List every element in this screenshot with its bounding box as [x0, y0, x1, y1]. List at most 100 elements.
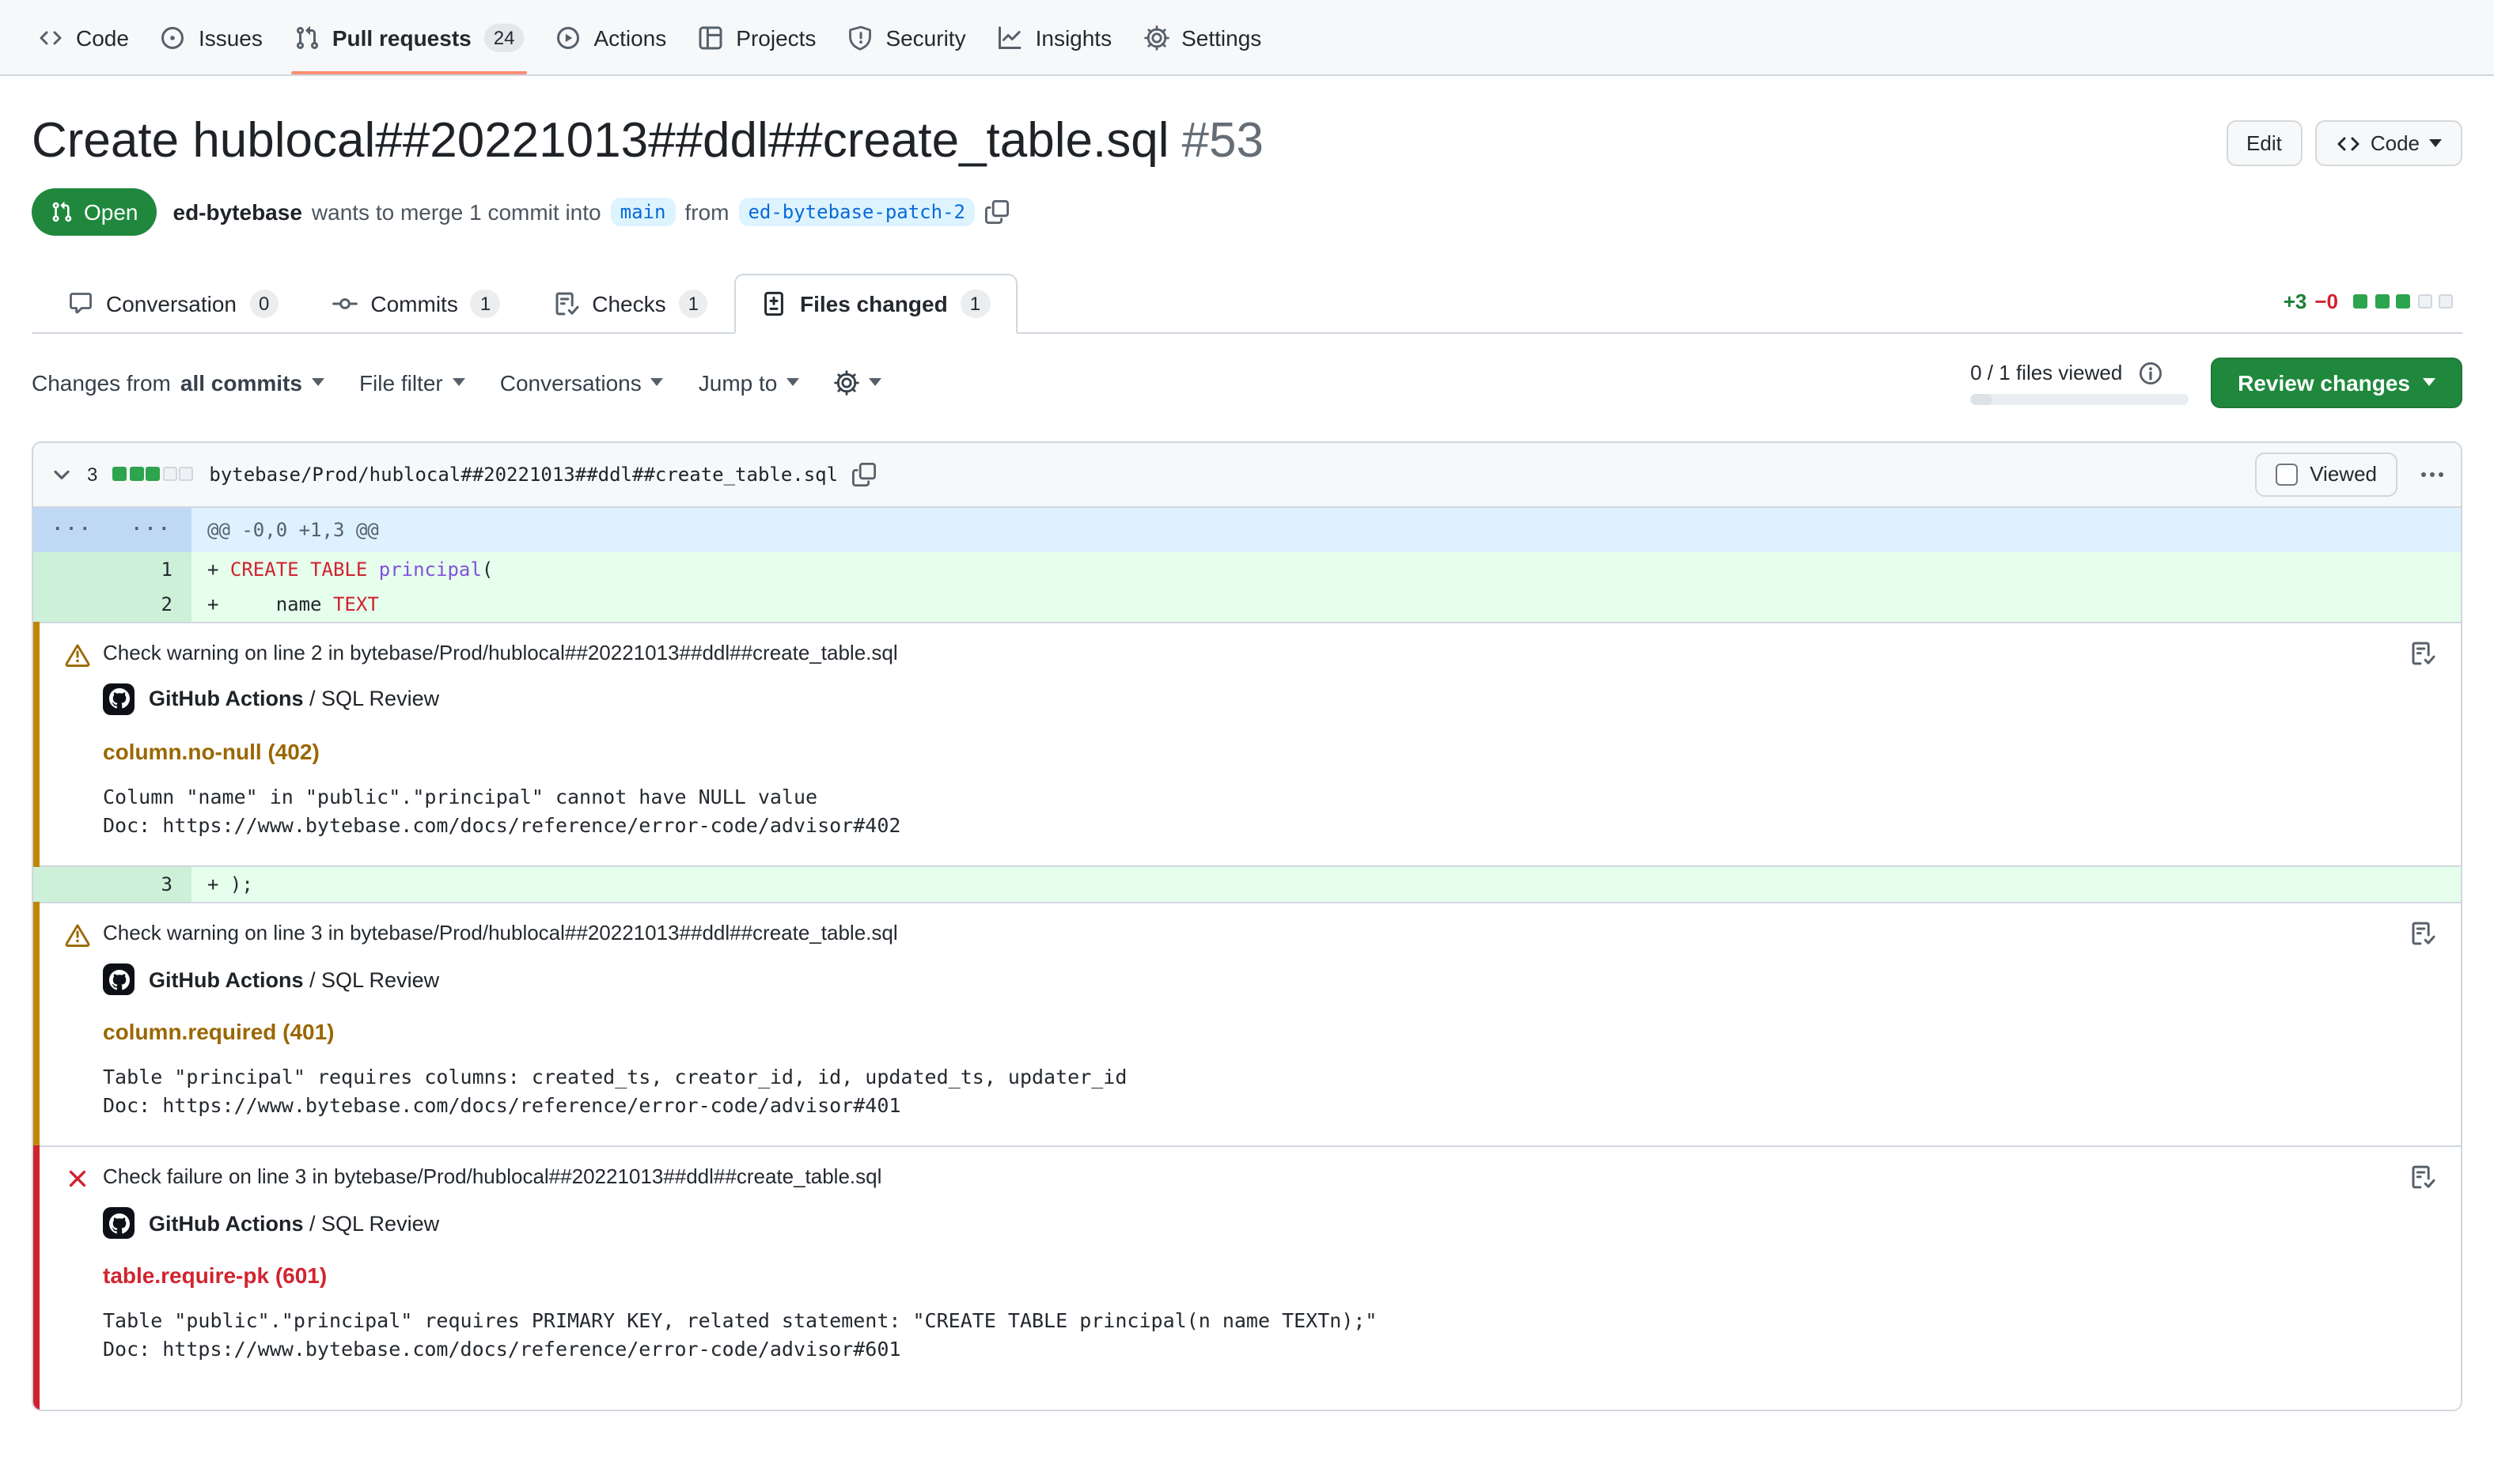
- git-pull-request-icon: [51, 201, 73, 223]
- copy-branch-button[interactable]: [984, 199, 1010, 225]
- diffstat-square: [2353, 294, 2367, 309]
- nav-item-actions[interactable]: Actions: [540, 0, 682, 74]
- git-pull-request-icon: [294, 25, 320, 50]
- edit-button-label: Edit: [2246, 131, 2282, 155]
- diffstat-square: [2439, 294, 2453, 309]
- tab-conversation[interactable]: Conversation0: [41, 274, 305, 334]
- play-icon: [555, 25, 581, 50]
- file-changes-count: 3: [87, 464, 97, 486]
- tab-commits[interactable]: Commits1: [305, 274, 527, 334]
- check-message: Column "name" in "public"."principal" ca…: [103, 783, 2435, 812]
- expand-diff-down-icon[interactable]: ···: [112, 508, 191, 552]
- diff-settings-dropdown[interactable]: [834, 370, 881, 396]
- annotation-checklist-icon[interactable]: [2410, 921, 2435, 946]
- nav-item-projects[interactable]: Projects: [682, 0, 832, 74]
- nav-item-insights[interactable]: Insights: [982, 0, 1128, 74]
- chevron-down-icon: [869, 379, 881, 387]
- check-app-name: GitHub Actions: [149, 687, 304, 711]
- jump-to-dropdown[interactable]: Jump to: [699, 370, 800, 396]
- annotation-checklist-icon[interactable]: [2410, 1165, 2435, 1191]
- additions-count: +3: [2284, 290, 2307, 313]
- copy-icon: [851, 462, 876, 487]
- tab-files-changed[interactable]: Files changed1: [735, 274, 1017, 334]
- diff-line-code: + name TEXT: [191, 587, 2461, 622]
- file-options-kebab-icon[interactable]: [2420, 462, 2445, 487]
- github-actions-avatar: [103, 683, 135, 715]
- review-changes-button[interactable]: Review changes: [2211, 358, 2462, 408]
- check-annotation-failure-line3: Check failure on line 3 in bytebase/Prod…: [33, 1146, 2461, 1410]
- annotation-title: Check warning on line 2 in bytebase/Prod…: [103, 641, 898, 664]
- chevron-down-icon: [2423, 379, 2435, 387]
- conversations-dropdown[interactable]: Conversations: [500, 370, 664, 396]
- check-app-name: GitHub Actions: [149, 967, 304, 991]
- alert-triangle-icon: [65, 642, 90, 668]
- code-dropdown-button[interactable]: Code: [2315, 120, 2462, 166]
- jump-to-label: Jump to: [699, 370, 778, 396]
- base-branch-label[interactable]: main: [611, 198, 676, 226]
- tab-count: 1: [961, 290, 990, 318]
- file-diff-icon: [762, 291, 787, 316]
- nav-label: Insights: [1036, 25, 1112, 50]
- viewed-toggle-button[interactable]: Viewed: [2254, 452, 2397, 497]
- pr-title: Create hublocal##20221013##ddl##create_t…: [32, 111, 2226, 172]
- copy-path-button[interactable]: [851, 462, 876, 487]
- graph-icon: [998, 25, 1023, 50]
- gear-icon: [834, 370, 859, 396]
- diff-line-1[interactable]: 1 + CREATE TABLE principal(: [33, 552, 2461, 587]
- diff-line-2[interactable]: 2 + name TEXT: [33, 587, 2461, 622]
- nav-label: Settings: [1181, 25, 1261, 50]
- project-icon: [698, 25, 723, 50]
- github-mark-icon: [108, 1213, 129, 1234]
- nav-item-code[interactable]: Code: [22, 0, 145, 74]
- changes-from-dropdown[interactable]: Changes from all commits: [32, 370, 324, 396]
- code-button-label: Code: [2371, 131, 2420, 155]
- old-line-number: [33, 552, 112, 587]
- info-icon[interactable]: [2138, 361, 2163, 386]
- pr-author[interactable]: ed-bytebase: [173, 199, 302, 225]
- git-commit-icon: [332, 291, 358, 316]
- nav-label: Projects: [736, 25, 816, 50]
- chevron-down-icon: [453, 379, 465, 387]
- changes-from-label: Changes from: [32, 370, 171, 396]
- file-filter-label: File filter: [359, 370, 443, 396]
- conversations-label: Conversations: [500, 370, 642, 396]
- files-viewed-progress: 0 / 1 files viewed: [1970, 361, 2189, 405]
- nav-item-issues[interactable]: Issues: [145, 0, 279, 74]
- shield-icon: [847, 25, 873, 50]
- alert-triangle-icon: [65, 922, 90, 948]
- new-line-number: 1: [112, 552, 191, 587]
- check-context: / SQL Review: [309, 687, 439, 711]
- code-icon: [2336, 131, 2361, 156]
- chevron-down-icon: [786, 379, 799, 387]
- changes-from-value: all commits: [180, 370, 302, 396]
- collapse-file-chevron-icon[interactable]: [49, 462, 74, 487]
- repo-nav: Code Issues Pull requests24 Actions Proj…: [0, 0, 2494, 76]
- diff-line-3[interactable]: 3 + );: [33, 867, 2461, 902]
- check-context: / SQL Review: [309, 967, 439, 991]
- github-actions-avatar: [103, 1208, 135, 1240]
- check-annotation-warning-line2: Check warning on line 2 in bytebase/Prod…: [33, 622, 2461, 868]
- pr-tabnav: Conversation0 Commits1 Checks1 Files cha…: [32, 274, 2462, 334]
- pr-number: #53: [1182, 112, 1264, 168]
- pr-state-badge: Open: [32, 188, 157, 236]
- annotation-checklist-icon[interactable]: [2410, 641, 2435, 666]
- file-filter-dropdown[interactable]: File filter: [359, 370, 465, 396]
- comment-icon: [68, 291, 93, 316]
- edit-button[interactable]: Edit: [2226, 120, 2303, 166]
- nav-item-settings[interactable]: Settings: [1128, 0, 1277, 74]
- head-branch-label[interactable]: ed-bytebase-patch-2: [738, 198, 975, 226]
- file-diff-container: 3 bytebase/Prod/hublocal##20221013##ddl#…: [32, 441, 2462, 1411]
- nav-item-pull-requests[interactable]: Pull requests24: [279, 0, 540, 74]
- expand-diff-up-icon[interactable]: ···: [33, 508, 112, 552]
- chevron-down-icon: [651, 379, 664, 387]
- viewed-label: Viewed: [2310, 463, 2377, 486]
- tab-checks[interactable]: Checks1: [527, 274, 735, 334]
- viewed-checkbox[interactable]: [2275, 464, 2297, 486]
- check-annotation-warning-line3: Check warning on line 3 in bytebase/Prod…: [33, 902, 2461, 1148]
- old-line-number: [33, 867, 112, 902]
- hunk-header-text: @@ -0,0 +1,3 @@: [191, 508, 2461, 552]
- issue-opened-icon: [161, 25, 186, 50]
- deletions-count: −0: [2314, 290, 2338, 313]
- file-path[interactable]: bytebase/Prod/hublocal##20221013##ddl##c…: [209, 464, 838, 486]
- nav-item-security[interactable]: Security: [832, 0, 981, 74]
